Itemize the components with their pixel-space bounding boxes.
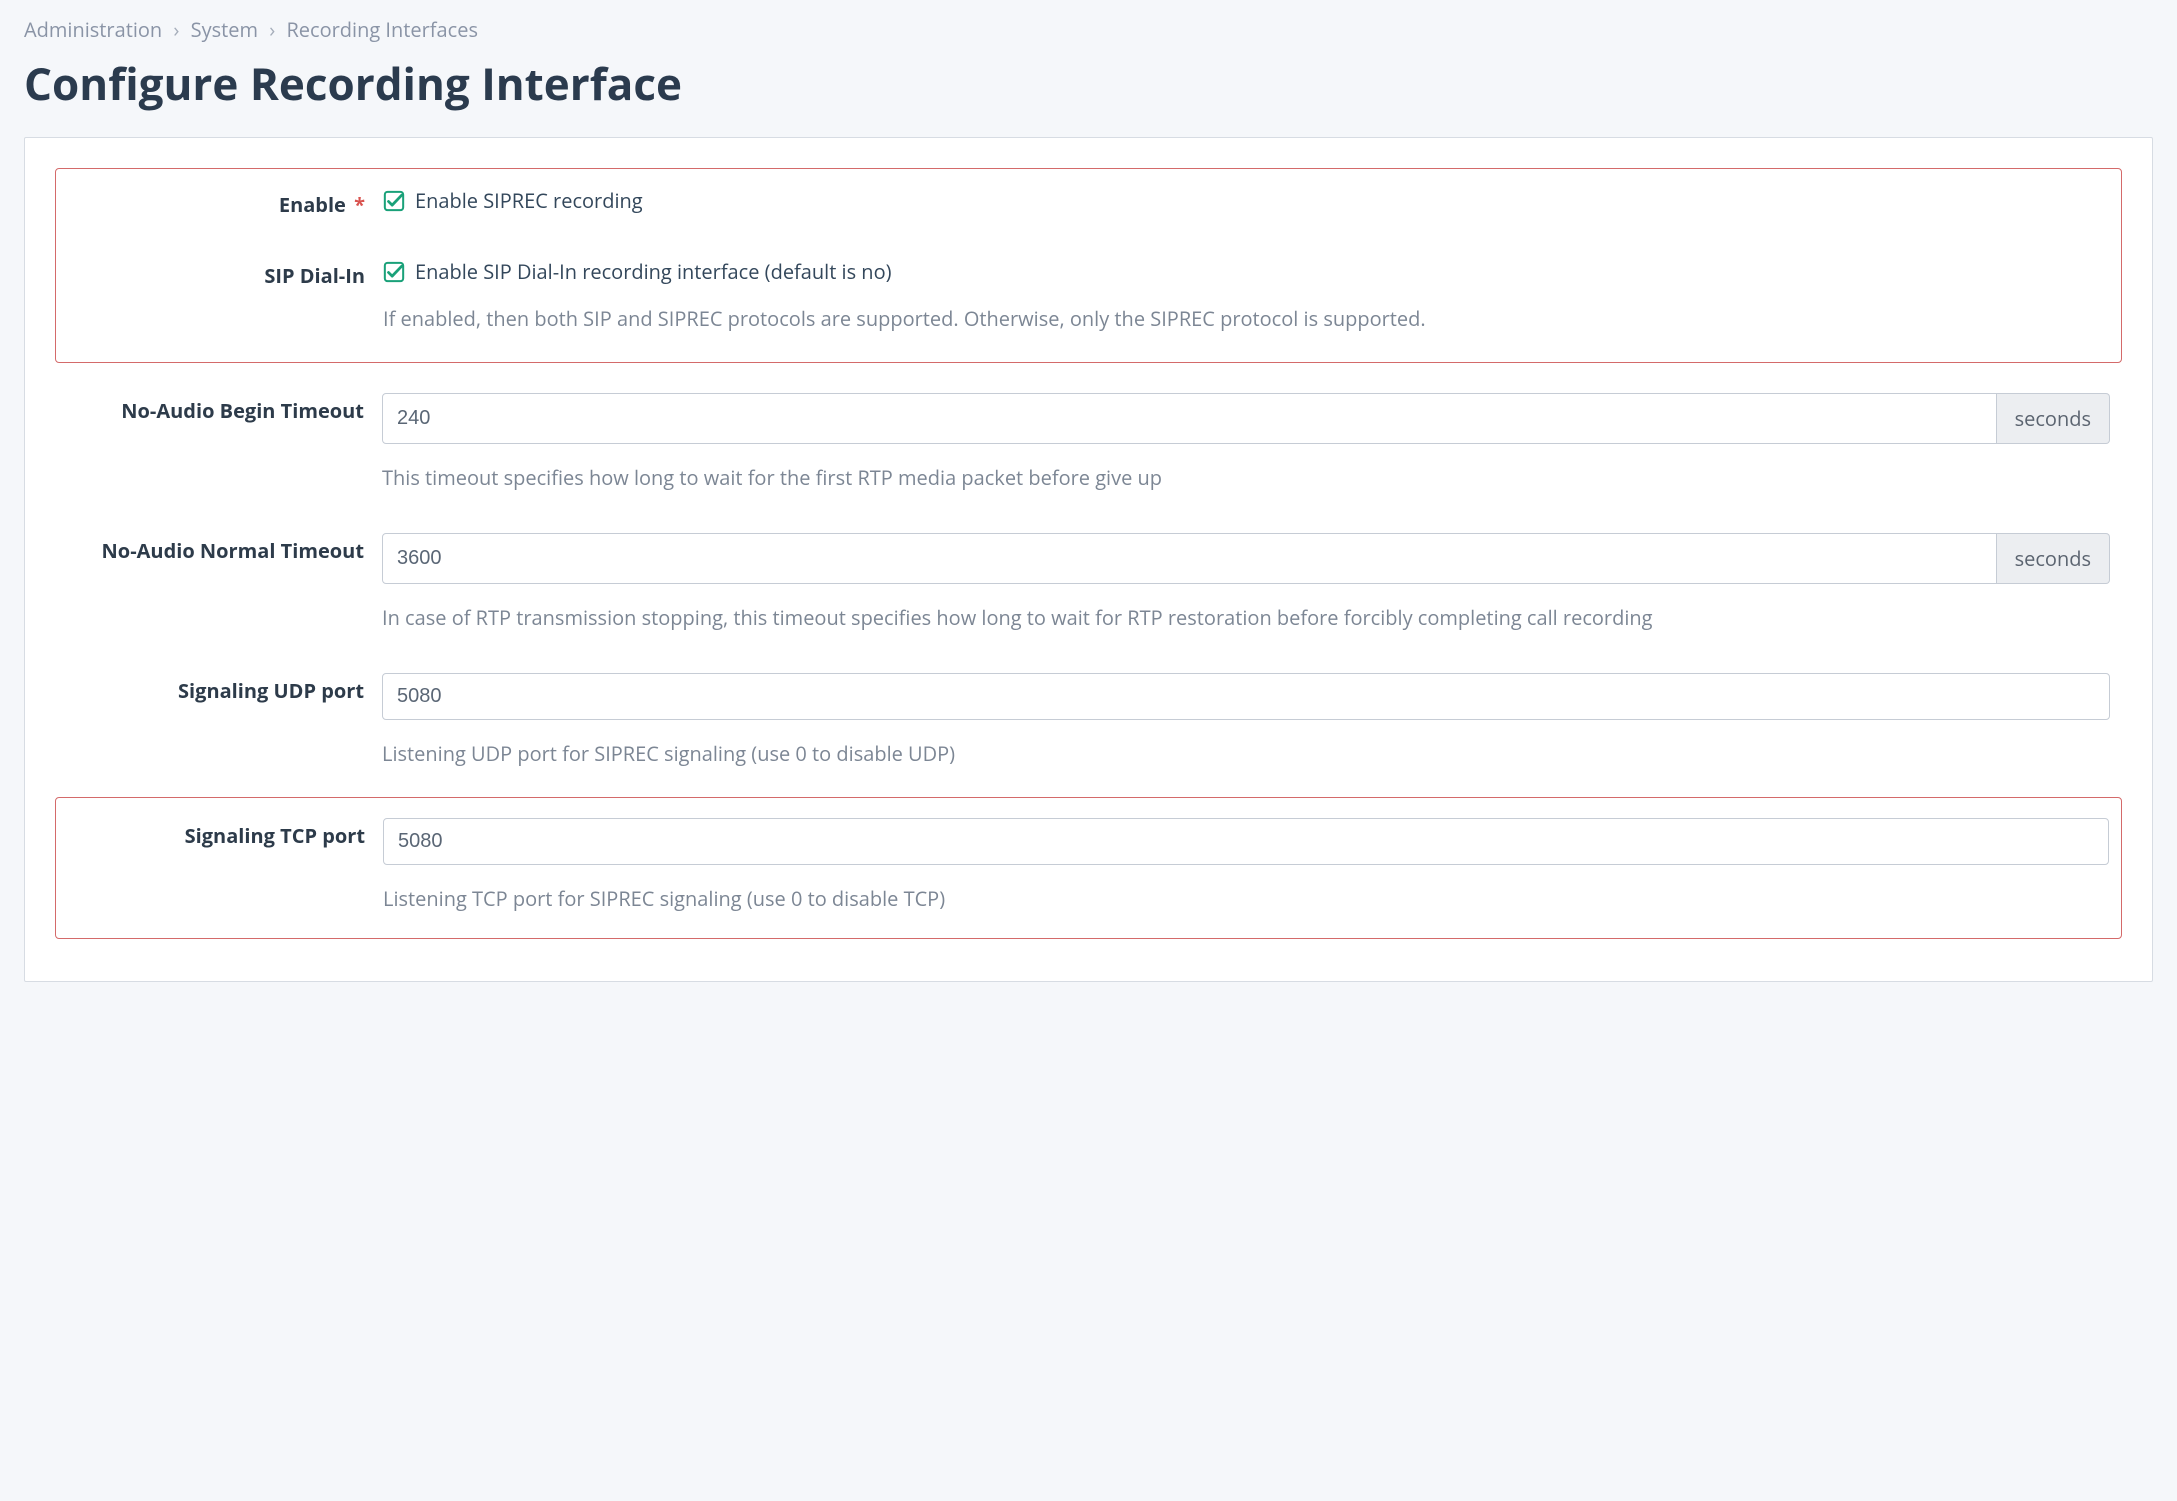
field-enable: Enable * Enable SIPREC recording bbox=[68, 187, 2109, 218]
field-no-audio-begin: No-Audio Begin Timeout seconds This time… bbox=[25, 393, 2152, 493]
checkbox-enable[interactable] bbox=[383, 190, 405, 212]
no-audio-normal-input[interactable] bbox=[382, 533, 1997, 584]
field-label: SIP Dial-In bbox=[68, 258, 383, 289]
field-no-audio-normal: No-Audio Normal Timeout seconds In case … bbox=[25, 533, 2152, 633]
help-text: Listening UDP port for SIPREC signaling … bbox=[382, 738, 2110, 769]
tcp-port-input[interactable] bbox=[383, 818, 2109, 865]
checkbox-sip-dial-in[interactable] bbox=[383, 261, 405, 283]
field-label: Enable * bbox=[68, 187, 383, 218]
checkbox-checked-icon bbox=[383, 261, 405, 283]
help-text: Listening TCP port for SIPREC signaling … bbox=[383, 883, 2109, 914]
breadcrumb-item[interactable]: System bbox=[191, 16, 258, 43]
breadcrumb-item[interactable]: Administration bbox=[24, 16, 162, 43]
highlight-group-enable: Enable * Enable SIPREC recording SIP Dia… bbox=[55, 168, 2122, 363]
breadcrumb: Administration › System › Recording Inte… bbox=[24, 16, 2153, 43]
page-title: Configure Recording Interface bbox=[24, 53, 2153, 113]
field-tcp-port: Signaling TCP port Listening TCP port fo… bbox=[68, 818, 2109, 914]
breadcrumb-separator: › bbox=[269, 16, 275, 43]
help-text: This timeout specifies how long to wait … bbox=[382, 462, 2110, 493]
unit-addon: seconds bbox=[1997, 533, 2110, 584]
field-label: No-Audio Begin Timeout bbox=[67, 393, 382, 424]
required-mark: * bbox=[354, 191, 365, 218]
help-text: In case of RTP transmission stopping, th… bbox=[382, 602, 2110, 633]
config-panel: Enable * Enable SIPREC recording SIP Dia… bbox=[24, 137, 2153, 982]
udp-port-input[interactable] bbox=[382, 673, 2110, 720]
field-label: Signaling TCP port bbox=[68, 818, 383, 849]
field-udp-port: Signaling UDP port Listening UDP port fo… bbox=[25, 673, 2152, 769]
highlight-group-tcp: Signaling TCP port Listening TCP port fo… bbox=[55, 797, 2122, 939]
field-sip-dial-in: SIP Dial-In Enable SIP Dial-In recording… bbox=[68, 258, 2109, 334]
checkbox-checked-icon bbox=[383, 190, 405, 212]
no-audio-begin-input[interactable] bbox=[382, 393, 1997, 444]
checkbox-label: Enable SIPREC recording bbox=[415, 187, 643, 214]
field-label: No-Audio Normal Timeout bbox=[67, 533, 382, 564]
checkbox-label: Enable SIP Dial-In recording interface (… bbox=[415, 258, 892, 285]
unit-addon: seconds bbox=[1997, 393, 2110, 444]
breadcrumb-item[interactable]: Recording Interfaces bbox=[286, 16, 478, 43]
field-label: Signaling UDP port bbox=[67, 673, 382, 704]
breadcrumb-separator: › bbox=[173, 16, 179, 43]
help-text: If enabled, then both SIP and SIPREC pro… bbox=[383, 303, 2109, 334]
